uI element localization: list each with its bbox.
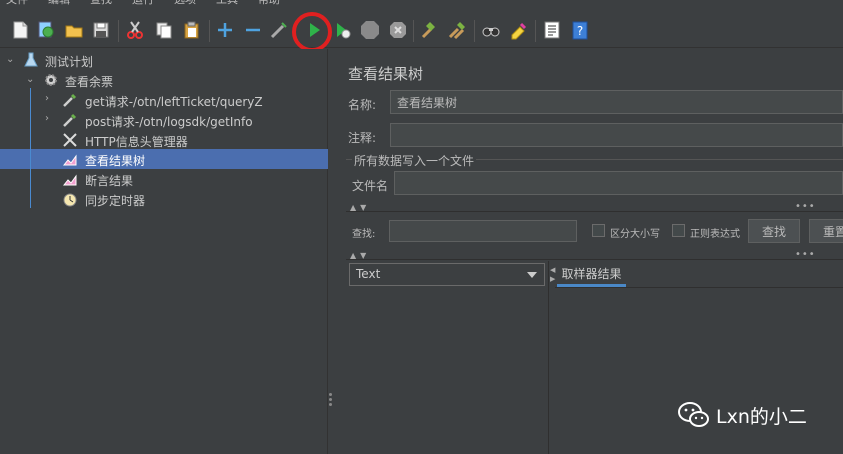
tree-item-label: get请求-/otn/leftTicket/queryZ xyxy=(85,95,263,109)
paste-icon[interactable] xyxy=(182,20,202,40)
clear-icon[interactable] xyxy=(420,20,440,40)
case-sensitive-label: 区分大小写 xyxy=(610,229,660,240)
filename-label: 文件名 xyxy=(352,179,389,193)
save-icon[interactable] xyxy=(91,20,111,40)
splitter-arrows[interactable]: ◀ ▶ xyxy=(550,266,555,284)
tree-item-header-manager[interactable]: HTTP信息头管理器 xyxy=(0,130,328,150)
toolbar-separator xyxy=(209,20,210,42)
shutdown-icon[interactable] xyxy=(388,20,408,40)
tree-item-thread-group[interactable]: ⌄ 查看余票 xyxy=(0,70,328,90)
start-no-pause-icon[interactable] xyxy=(333,20,353,40)
menu-run[interactable]: 运行 xyxy=(132,0,154,8)
name-label: 名称: xyxy=(348,98,377,112)
menu-file[interactable]: 文件 xyxy=(6,0,28,8)
flask-icon xyxy=(24,52,38,67)
tree-item-assertion-results[interactable]: 断言结果 xyxy=(0,169,328,189)
tree-item-view-results-tree[interactable]: 查看结果树 xyxy=(0,149,328,169)
chevron-down-icon xyxy=(527,272,537,278)
search-icon[interactable] xyxy=(481,20,501,40)
splitter-handle[interactable] xyxy=(329,393,333,407)
name-field[interactable]: 查看结果树 xyxy=(390,90,843,114)
graph-icon xyxy=(62,174,77,186)
view-results-tree-panel: 查看结果树 名称: 查看结果树 注释: 所有数据写入一个文件 文件名 ▲▼ ••… xyxy=(336,49,843,454)
divider xyxy=(346,259,843,260)
tree-guide-line xyxy=(30,88,31,208)
menu-edit[interactable]: 编辑 xyxy=(48,0,70,8)
toolbar-separator xyxy=(413,20,414,42)
reset-search-icon[interactable] xyxy=(509,20,529,40)
renderer-select[interactable]: Text xyxy=(349,263,545,286)
toolbar: ? xyxy=(0,14,843,48)
menubar: 文件 编辑 查找 运行 选项 工具 帮助 xyxy=(0,0,843,8)
search-button[interactable]: 查找 xyxy=(748,219,800,243)
toggle-icon[interactable] xyxy=(269,20,289,40)
search-input[interactable] xyxy=(389,220,577,242)
wechat-icon xyxy=(678,402,709,427)
tree-item-label: post请求-/otn/logsdk/getInfo xyxy=(85,115,253,129)
toolbar-separator xyxy=(535,20,536,42)
fieldset-title: 所有数据写入一个文件 xyxy=(352,152,477,169)
tree-item-label: 断言结果 xyxy=(85,174,134,188)
stopwatch-icon xyxy=(63,193,77,207)
toolbar-separator xyxy=(474,20,475,42)
gear-icon xyxy=(45,74,57,86)
test-plan-tree: ⌄ 测试计划 ⌄ 查看余票 › get请求-/otn/leftTicket/qu… xyxy=(0,49,328,454)
menu-help[interactable]: 帮助 xyxy=(258,0,280,8)
chevron-down-icon[interactable]: ⌄ xyxy=(6,55,16,65)
menu-options[interactable]: 选项 xyxy=(174,0,196,8)
divider xyxy=(346,211,843,212)
renderer-select-value: Text xyxy=(356,267,381,281)
tree-item-label: 查看余票 xyxy=(65,75,114,89)
tree-item-sampler-post[interactable]: › post请求-/otn/logsdk/getInfo xyxy=(0,110,328,130)
function-helper-icon[interactable] xyxy=(542,20,562,40)
stop-icon[interactable] xyxy=(360,20,380,40)
results-splitter[interactable] xyxy=(548,261,549,454)
watermark-text: Lxn的小二 xyxy=(716,405,807,428)
tree-item-test-plan[interactable]: ⌄ 测试计划 xyxy=(0,50,328,70)
copy-icon[interactable] xyxy=(154,20,174,40)
help-icon[interactable]: ? xyxy=(570,20,590,40)
highlight-circle xyxy=(292,12,332,52)
chevron-down-icon[interactable]: ⌄ xyxy=(26,75,36,85)
page-title: 查看结果树 xyxy=(348,65,424,83)
toolbar-separator xyxy=(118,20,119,42)
pipette-icon xyxy=(63,93,77,107)
chevron-right-icon[interactable]: › xyxy=(45,94,55,104)
comment-field[interactable] xyxy=(390,123,843,147)
case-sensitive-checkbox[interactable] xyxy=(592,224,605,237)
pipette-icon xyxy=(63,113,77,127)
reset-button[interactable]: 重置 xyxy=(809,219,843,243)
chevron-right-icon[interactable]: › xyxy=(45,114,55,124)
tree-item-sync-timer[interactable]: 同步定时器 xyxy=(0,189,328,209)
open-icon[interactable] xyxy=(64,20,84,40)
help-glyph: ? xyxy=(577,24,583,38)
regex-label: 正则表达式 xyxy=(690,229,740,240)
wrench-icon xyxy=(63,133,77,147)
search-label: 查找: xyxy=(352,229,376,240)
regex-checkbox[interactable] xyxy=(672,224,685,237)
collapse-icon[interactable] xyxy=(243,20,263,40)
tab-sampler-result[interactable]: 取样器结果 xyxy=(557,262,626,287)
filename-field[interactable] xyxy=(394,171,843,195)
expand-icon[interactable] xyxy=(215,20,235,40)
templates-icon[interactable] xyxy=(36,20,56,40)
tree-item-label: 查看结果树 xyxy=(85,154,146,168)
clear-all-icon[interactable] xyxy=(448,20,468,40)
graph-icon xyxy=(62,154,77,166)
cut-icon[interactable] xyxy=(125,20,145,40)
menu-tools[interactable]: 工具 xyxy=(216,0,238,8)
tree-item-label: 测试计划 xyxy=(45,55,94,69)
tree-item-sampler-get[interactable]: › get请求-/otn/leftTicket/queryZ xyxy=(0,90,328,110)
tree-item-label: 同步定时器 xyxy=(85,194,146,208)
comment-label: 注释: xyxy=(348,131,377,145)
tree-item-label: HTTP信息头管理器 xyxy=(85,135,188,149)
new-icon[interactable] xyxy=(10,20,30,40)
menu-search[interactable]: 查找 xyxy=(90,0,112,8)
watermark: Lxn的小二 xyxy=(678,401,807,429)
